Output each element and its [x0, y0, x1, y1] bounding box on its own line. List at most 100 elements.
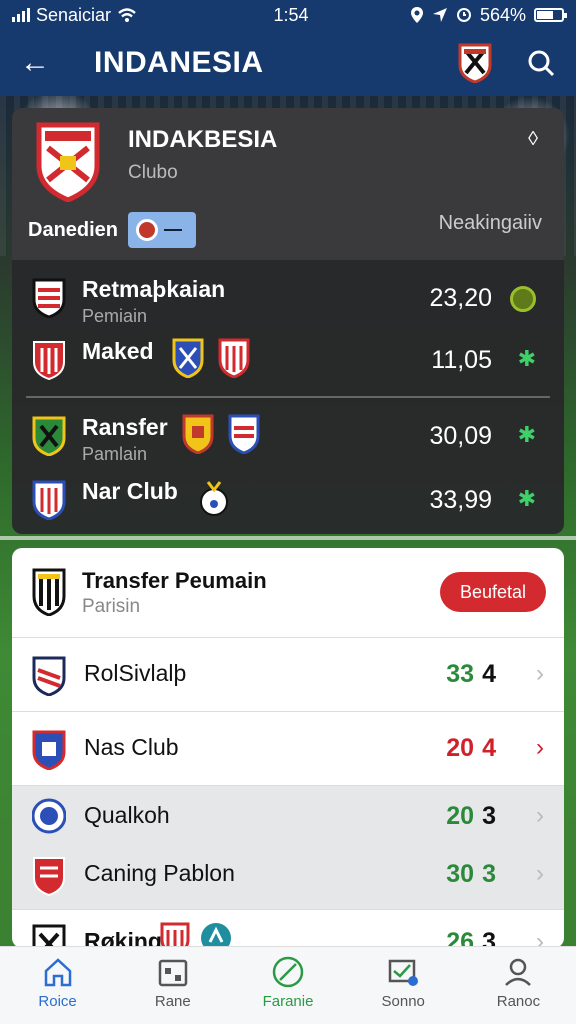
ball-icon: [136, 219, 159, 241]
table-row[interactable]: Røking 26 3 ›: [12, 910, 564, 948]
toggle-switch[interactable]: [128, 212, 197, 248]
ball-icon: [272, 956, 304, 988]
wifi-icon: [118, 8, 136, 22]
carrier-name: Senaiciar: [36, 4, 112, 25]
stat-b: 3: [482, 802, 496, 830]
nav-label: Roice: [38, 993, 77, 1010]
club-crest-icon: [33, 341, 65, 380]
club-crest-icon: [33, 857, 65, 896]
stat-a: 20: [446, 802, 475, 830]
chevron-right-icon[interactable]: ›: [536, 660, 544, 688]
row-name: Ransfer: [82, 414, 168, 440]
nav-label: Ranoc: [496, 993, 541, 1010]
row-value: 33,99: [429, 486, 492, 514]
table-row[interactable]: Nas Club 20 4 ›: [12, 712, 564, 786]
nav-item-messages[interactable]: Sonno: [346, 947, 461, 1024]
club-right-label[interactable]: Neakingaiiv: [439, 212, 542, 235]
nav-item-calendar[interactable]: Rane: [115, 947, 230, 1024]
asterisk-icon: ✱: [517, 486, 536, 511]
transfer-list-card: Transfer Peumain Parisin Beufetal RolSiv…: [12, 548, 564, 948]
club-badge-icon: [200, 481, 228, 516]
club-crest-icon: [32, 730, 66, 770]
row-name: Nar Club: [82, 478, 178, 504]
app-bar: ← INDANESIA: [0, 30, 576, 96]
row-value: 11,05: [431, 346, 492, 374]
transfer-header: Transfer Peumain Parisin Beufetal: [12, 548, 564, 638]
navigation-arrow-icon: [432, 8, 447, 22]
club-left-label: Danedien: [28, 218, 119, 241]
club-badge-icon: [160, 922, 190, 948]
transfer-subtitle: Parisin: [82, 596, 141, 617]
search-icon[interactable]: [526, 48, 556, 78]
row-name: Qualkoh: [84, 802, 170, 828]
club-name: INDAKBESIA: [128, 126, 278, 153]
row-subtitle: Pamlain: [82, 444, 148, 464]
nav-item-profile[interactable]: Ranoc: [461, 947, 576, 1024]
stat-b: 3: [482, 860, 496, 888]
divider: [26, 396, 550, 398]
stat-a: 20: [446, 734, 475, 762]
club-badge-icon: [218, 338, 250, 378]
club-subtitle: Clubo: [128, 162, 178, 183]
club-crest-icon: [32, 798, 66, 834]
row-name: Retmaþkaian: [82, 276, 226, 302]
chevron-right-icon[interactable]: ›: [536, 802, 544, 830]
clock: 1:54: [273, 4, 309, 25]
club-crest-icon[interactable]: [458, 43, 492, 83]
battery-percent: 564%: [479, 4, 526, 25]
list-item[interactable]: Nar Club 33,99 ✱: [12, 468, 564, 532]
transfer-title: Transfer Peumain: [82, 568, 267, 593]
club-badge-icon: [172, 338, 204, 378]
action-button[interactable]: Beufetal: [440, 572, 546, 612]
top-bar: Senaiciar 1:54 564% ← INDANESIA: [0, 0, 576, 96]
club-crest-icon: [32, 480, 66, 520]
location-icon: [410, 7, 423, 23]
nav-item-home[interactable]: Roice: [0, 947, 115, 1024]
table-row[interactable]: Qualkoh 20 3 ›: [12, 786, 564, 844]
nav-item-ball[interactable]: Faranie: [230, 947, 345, 1024]
chevron-right-icon[interactable]: ›: [536, 860, 544, 888]
club-badge-icon: [201, 923, 231, 948]
list-item[interactable]: Ransfer Pamlain 30,09 ✱: [12, 404, 564, 468]
row-name: Caning Pablon: [84, 860, 235, 886]
nav-label: Rane: [154, 993, 191, 1010]
nav-label: Faranie: [262, 993, 314, 1010]
profile-icon: [505, 958, 532, 986]
signal-icon: [12, 8, 30, 22]
messages-icon: [388, 959, 419, 986]
row-name: RolSivlalþ: [84, 660, 187, 686]
row-value: 30,09: [429, 422, 492, 450]
club-badge-icon: [182, 414, 214, 454]
asterisk-icon: ✱: [517, 422, 536, 447]
back-arrow-icon[interactable]: ←: [20, 46, 80, 80]
status-bar: Senaiciar 1:54 564%: [0, 0, 576, 30]
club-crest-icon: [32, 416, 66, 456]
home-icon: [44, 958, 71, 987]
stat-a: 26: [446, 928, 475, 948]
alarm-icon: [456, 8, 471, 22]
stat-b: 3: [482, 928, 496, 948]
club-summary-card: INDAKBESIA Clubo ◊ Danedien Neakingaiiv …: [12, 108, 564, 534]
nav-label: Sonno: [381, 993, 425, 1010]
list-item[interactable]: Maked 11,05 ✱: [12, 328, 564, 392]
chevron-right-icon[interactable]: ›: [536, 928, 544, 948]
club-crest-icon: [32, 278, 66, 318]
club-badge-icon: [228, 414, 260, 454]
table-row[interactable]: Caning Pablon 30 3 ›: [12, 844, 564, 910]
list-item[interactable]: Retmaþkaian Pemiain 23,20: [12, 266, 564, 330]
calendar-icon: [158, 959, 188, 987]
table-row[interactable]: RolSivlalþ 33 4 ›: [12, 638, 564, 712]
stat-b: 4: [482, 660, 496, 688]
chevron-right-icon[interactable]: ›: [536, 734, 544, 762]
row-name: Røking: [84, 928, 162, 948]
stat-a: 30: [446, 860, 475, 888]
battery-icon: [534, 8, 567, 22]
options-diamond-icon[interactable]: ◊: [528, 128, 538, 151]
row-value: 23,20: [429, 284, 492, 312]
club-crest-icon: [32, 924, 66, 948]
row-name: Nas Club: [84, 734, 179, 760]
row-subtitle: Pemiain: [82, 306, 148, 326]
club-crest-icon: [36, 122, 100, 202]
club-crest-icon: [32, 568, 66, 616]
status-circle-icon: [510, 286, 536, 312]
